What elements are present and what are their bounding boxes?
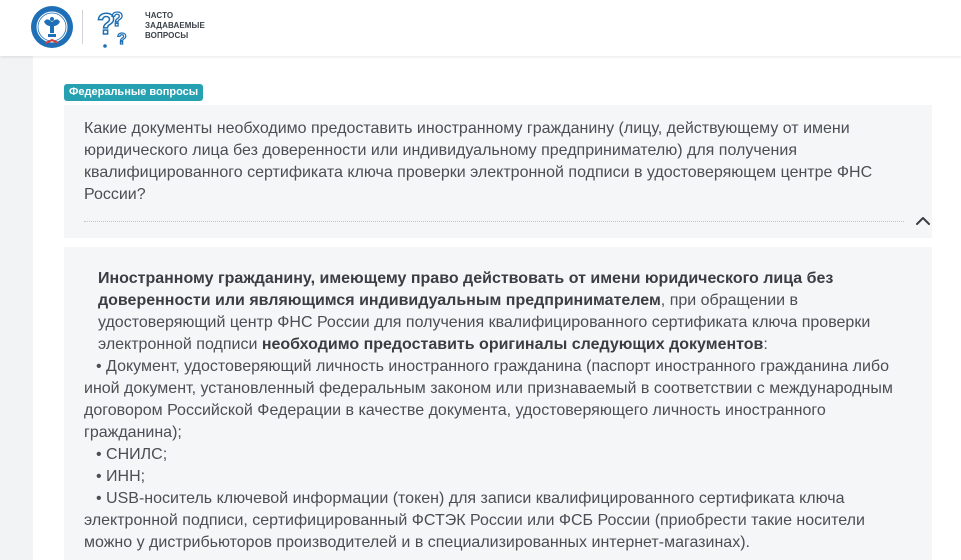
fns-emblem-icon[interactable] <box>30 5 74 49</box>
logo-title-line: ЗАДАВАЕМЫЕ <box>145 21 205 30</box>
question-divider <box>84 221 904 222</box>
logo-title: ЧАСТО ЗАДАВАЕМЫЕ ВОПРОСЫ <box>145 11 205 41</box>
category-badge[interactable]: Федеральные вопросы <box>64 84 204 101</box>
logo-title-line: ЧАСТО <box>145 11 174 20</box>
answer-intro: Иностранному гражданину, имеющему право … <box>84 268 914 356</box>
list-item: • USB-носитель ключевой информации (токе… <box>84 490 865 551</box>
answer-intro-bold2: необходимо предоставить оригиналы следую… <box>261 336 764 353</box>
answer-intro-colon: : <box>763 336 768 353</box>
answer-text: Иностранному гражданину, имеющему право … <box>84 268 914 554</box>
list-item: • Документ, удостоверяющий личность инос… <box>84 358 893 441</box>
list-item: • ИНН; <box>96 468 146 485</box>
logo-divider <box>82 10 83 44</box>
svg-text:?: ? <box>111 9 123 31</box>
list-item: • СНИЛС; <box>96 446 168 463</box>
question-marks-icon[interactable]: ? ? ? <box>95 4 133 50</box>
question-text: Какие документы необходимо предоставить … <box>84 120 873 203</box>
svg-text:?: ? <box>117 31 127 48</box>
chevron-up-icon[interactable] <box>914 214 932 228</box>
site-header: ? ? ? ЧАСТО ЗАДАВАЕМЫЕ ВОПРОСЫ <box>0 0 961 56</box>
logo-title-line: ВОПРОСЫ <box>145 31 189 40</box>
